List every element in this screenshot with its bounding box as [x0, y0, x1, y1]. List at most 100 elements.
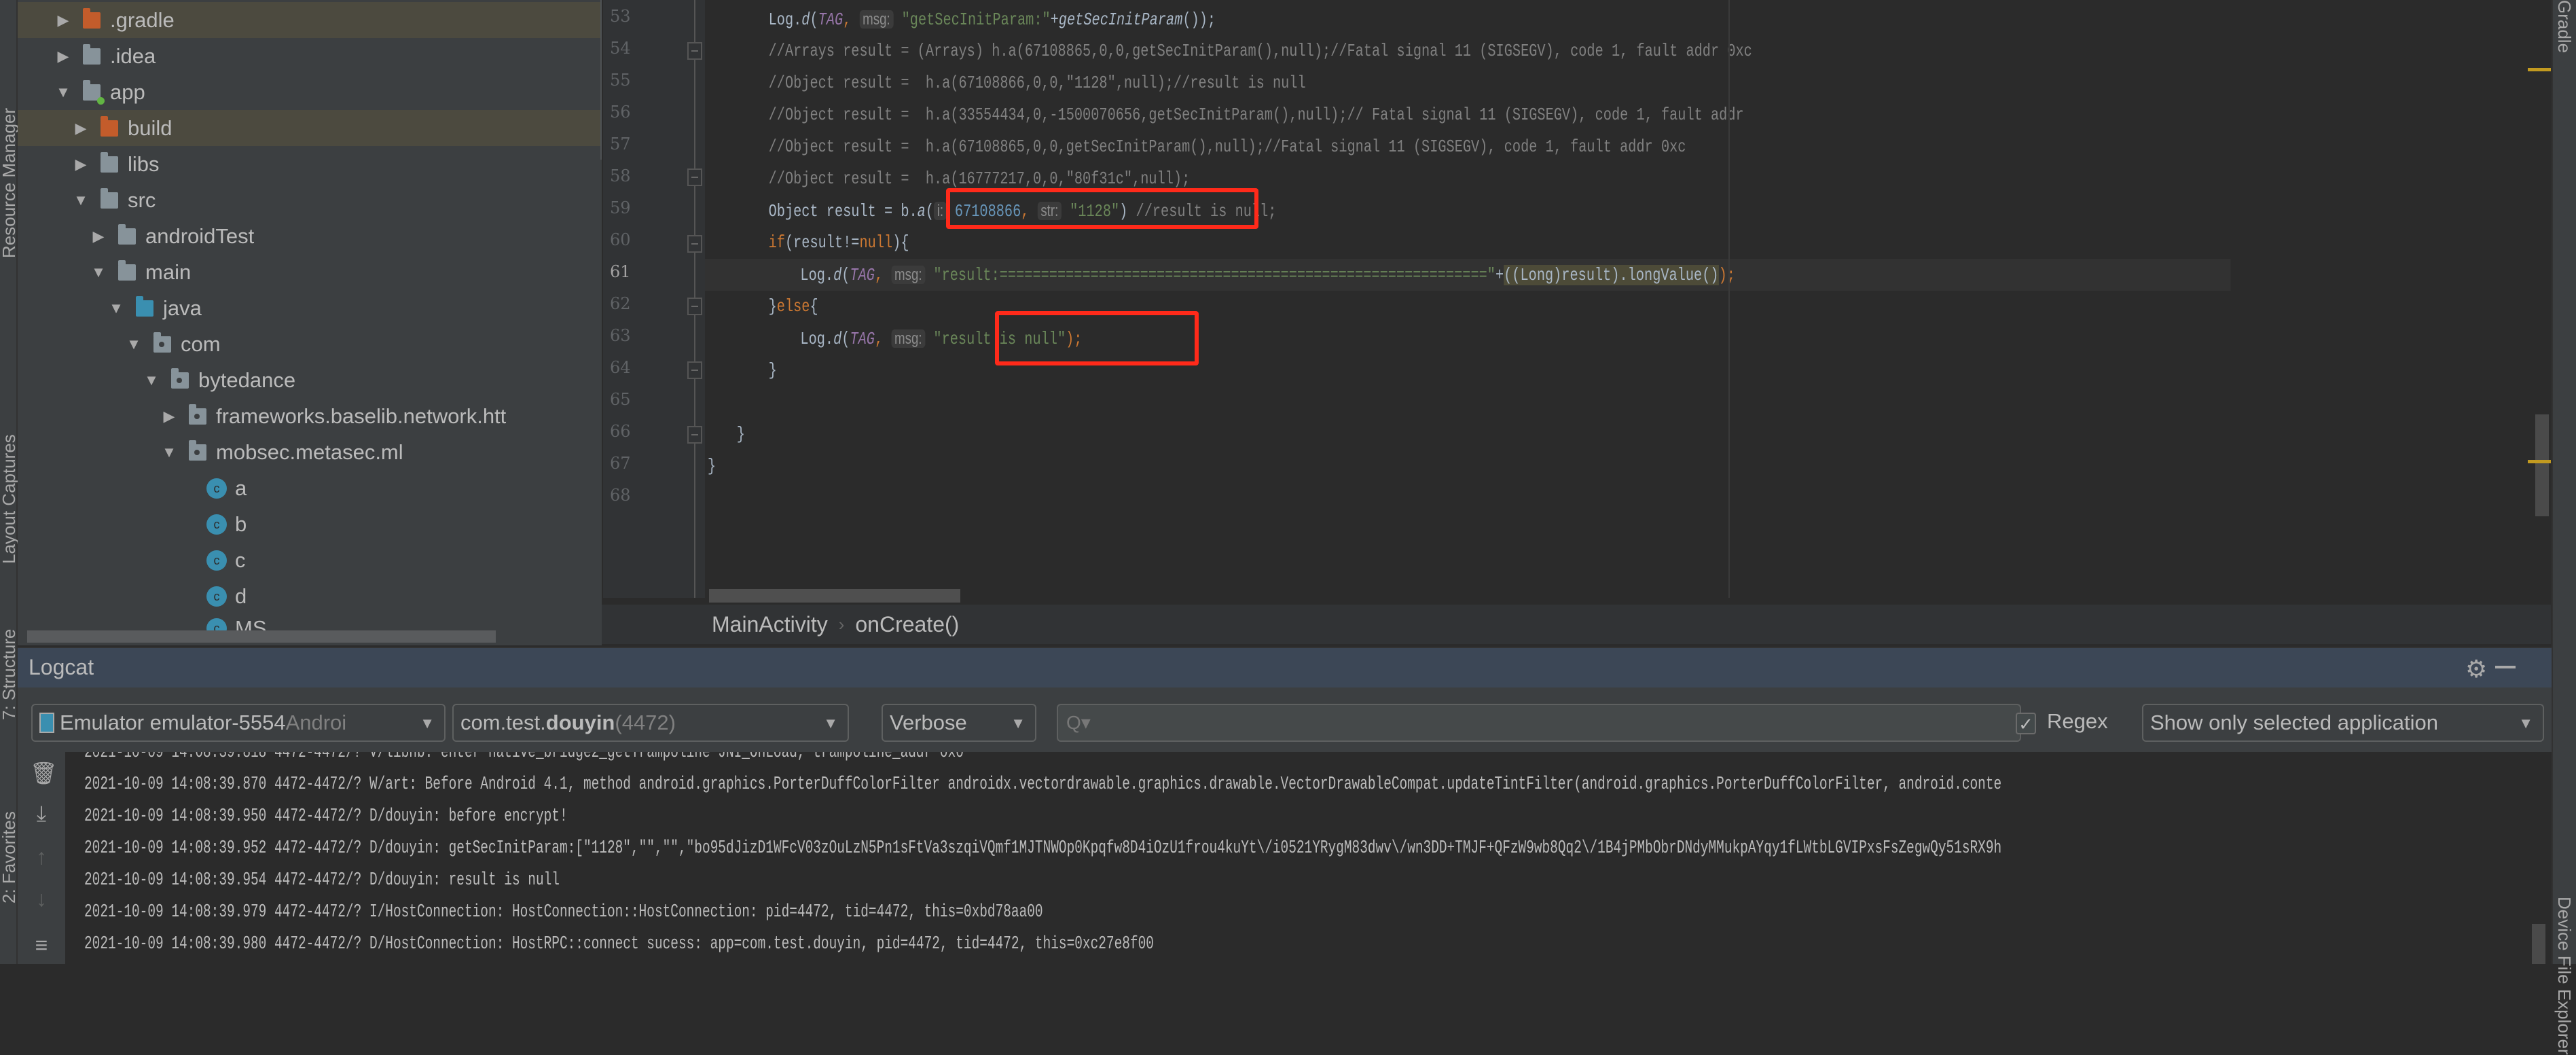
- tree-item-class-b[interactable]: c b: [18, 506, 602, 542]
- warning-stripe-marker[interactable]: [2528, 68, 2551, 71]
- breadcrumb-item-class[interactable]: MainActivity: [712, 612, 828, 637]
- project-vertical-scrollbar[interactable]: [600, 0, 602, 160]
- tree-item-label: frameworks.baselib.network.htt: [216, 404, 507, 428]
- process-select[interactable]: com.test. douyin (4472) ▼: [452, 704, 849, 742]
- fold-marker-icon[interactable]: [687, 426, 702, 444]
- tree-item-app[interactable]: ▼ app: [18, 74, 602, 110]
- fold-marker-icon[interactable]: [687, 361, 702, 379]
- line-number: 55: [610, 71, 631, 90]
- annotation-box-call: [946, 188, 1258, 229]
- collapse-arrow-icon[interactable]: ▼: [73, 192, 88, 209]
- project-horizontal-scrollbar[interactable]: [27, 630, 496, 643]
- right-tool-strip: Gradle Device File Explorer: [2552, 0, 2576, 1055]
- log-line: 2021-10-09 14:08:39.818 4472-4472/? V/li…: [84, 752, 964, 763]
- expand-arrow-icon[interactable]: ▶: [56, 48, 71, 65]
- collapse-arrow-icon[interactable]: ▼: [56, 84, 71, 101]
- log-line: 2021-10-09 14:08:39.870 4472-4472/? W/ar…: [84, 774, 2002, 795]
- tree-item-frameworks[interactable]: ▶ frameworks.baselib.network.htt: [18, 398, 602, 434]
- arrow-up-icon[interactable]: ↑: [30, 844, 53, 870]
- chevron-down-icon: ▼: [823, 715, 838, 732]
- tree-item-bytedance[interactable]: ▼ bytedance: [18, 362, 602, 398]
- device-file-explorer-tab[interactable]: Device File Explorer: [2554, 897, 2575, 1055]
- resource-manager-tab[interactable]: Resource Manager: [0, 108, 20, 258]
- line-number: 53: [610, 7, 631, 26]
- filter-select[interactable]: Show only selected application ▼: [2142, 704, 2544, 742]
- tree-item-idea[interactable]: ▶ .idea: [18, 38, 602, 74]
- arrow-down-icon[interactable]: ↓: [30, 887, 53, 912]
- device-select[interactable]: Emulator emulator-5554 Androi ▼: [31, 704, 446, 742]
- tree-item-label: bytedance: [198, 368, 296, 392]
- regex-checkbox[interactable]: ✓: [2016, 713, 2036, 734]
- logcat-output[interactable]: 2021-10-09 14:08:39.818 4472-4472/? V/li…: [65, 752, 2532, 964]
- gradle-tab[interactable]: Gradle: [2554, 0, 2575, 53]
- line-number-current: 61: [610, 262, 631, 281]
- structure-tab[interactable]: 7: Structure: [0, 629, 20, 720]
- expand-arrow-icon[interactable]: ▶: [73, 156, 88, 173]
- logcat-search-input[interactable]: Q▾: [1057, 704, 2021, 742]
- tree-item-class-d[interactable]: c d: [18, 578, 602, 614]
- collapse-arrow-icon[interactable]: ▼: [144, 372, 159, 389]
- trash-icon[interactable]: 🗑: [30, 760, 58, 786]
- regex-label: Regex: [2047, 709, 2108, 733]
- expand-arrow-icon[interactable]: ▶: [56, 12, 71, 29]
- tree-item-class-c[interactable]: c c: [18, 542, 602, 578]
- fold-marker-icon[interactable]: [687, 298, 702, 315]
- fold-marker-icon[interactable]: [687, 42, 702, 60]
- highlighted-expression: ((Long)result).longValue(): [1504, 265, 1719, 285]
- tree-item-label: .idea: [110, 43, 156, 68]
- fold-marker-icon[interactable]: [687, 168, 702, 186]
- tree-item-build[interactable]: ▶ build: [18, 110, 602, 146]
- layout-captures-tab[interactable]: Layout Captures: [0, 434, 20, 564]
- folder-icon: [118, 260, 136, 281]
- favorites-tab[interactable]: 2: Favorites: [0, 811, 20, 904]
- line-number: 64: [610, 358, 631, 377]
- expand-arrow-icon[interactable]: ▶: [73, 120, 88, 137]
- tree-item-label: b: [235, 512, 247, 536]
- gear-icon[interactable]: ⚙: [2465, 655, 2487, 683]
- tree-item-main[interactable]: ▼ main: [18, 254, 602, 290]
- warning-stripe-marker[interactable]: [2528, 460, 2551, 463]
- log-line: 2021-10-09 14:08:39.952 4472-4472/? D/do…: [84, 838, 2002, 859]
- tree-item-com[interactable]: ▼ com: [18, 326, 602, 362]
- soft-wrap-icon[interactable]: ≡: [30, 933, 53, 958]
- line-number: 59: [610, 198, 631, 217]
- logcat-vertical-scrollbar[interactable]: [2532, 924, 2545, 964]
- log-line: 2021-10-09 14:08:39.954 4472-4472/? D/do…: [84, 870, 560, 891]
- scroll-to-end-icon[interactable]: ⤓: [30, 801, 53, 827]
- editor-vertical-scrollbar[interactable]: [2535, 414, 2549, 516]
- expand-arrow-icon[interactable]: ▶: [91, 228, 106, 245]
- minimize-icon[interactable]: [2495, 666, 2516, 668]
- line-number: 63: [610, 326, 631, 345]
- tree-item-label: a: [235, 476, 247, 500]
- code-line-64: }: [768, 360, 777, 380]
- source-folder-icon: [136, 296, 153, 317]
- log-level-select[interactable]: Verbose ▼: [882, 704, 1036, 742]
- tree-item-label: androidTest: [145, 223, 255, 248]
- tree-item-class-a[interactable]: c a: [18, 470, 602, 506]
- tree-item-label: com: [181, 332, 221, 356]
- tree-item-libs[interactable]: ▶ libs: [18, 146, 602, 182]
- collapse-arrow-icon[interactable]: ▼: [109, 300, 124, 317]
- fold-marker-icon[interactable]: [687, 235, 702, 253]
- class-icon: c: [206, 478, 227, 499]
- folder-icon: [101, 187, 118, 209]
- line-number: 62: [610, 294, 631, 313]
- collapse-arrow-icon[interactable]: ▼: [126, 336, 141, 353]
- tree-item-gradle[interactable]: ▶ .gradle: [18, 2, 602, 38]
- tree-item-label: java: [163, 296, 202, 320]
- collapse-arrow-icon[interactable]: ▼: [91, 264, 106, 281]
- package-icon: [153, 332, 171, 353]
- editor-horizontal-scrollbar[interactable]: [709, 589, 960, 603]
- tree-item-src[interactable]: ▼ src: [18, 182, 602, 218]
- tree-item-java[interactable]: ▼ java: [18, 290, 602, 326]
- code-editor[interactable]: Log.d(TAG, msg: "getSecInitParam:"+getSe…: [705, 0, 2539, 598]
- collapse-arrow-icon[interactable]: ▼: [162, 444, 177, 461]
- class-icon: c: [206, 514, 227, 535]
- tree-item-androidtest[interactable]: ▶ androidTest: [18, 218, 602, 254]
- expand-arrow-icon[interactable]: ▶: [162, 408, 177, 425]
- breadcrumb-item-method[interactable]: onCreate(): [855, 612, 959, 637]
- chevron-down-icon: ▼: [2518, 715, 2533, 732]
- project-panel: ▶ .gradle ▶ .idea ▼ app ▶ build ▶ libs ▼…: [18, 0, 602, 645]
- code-line-57: //Object result = h.a(67108865,0,0,getSe…: [768, 137, 1686, 157]
- tree-item-mobsec[interactable]: ▼ mobsec.metasec.ml: [18, 434, 602, 470]
